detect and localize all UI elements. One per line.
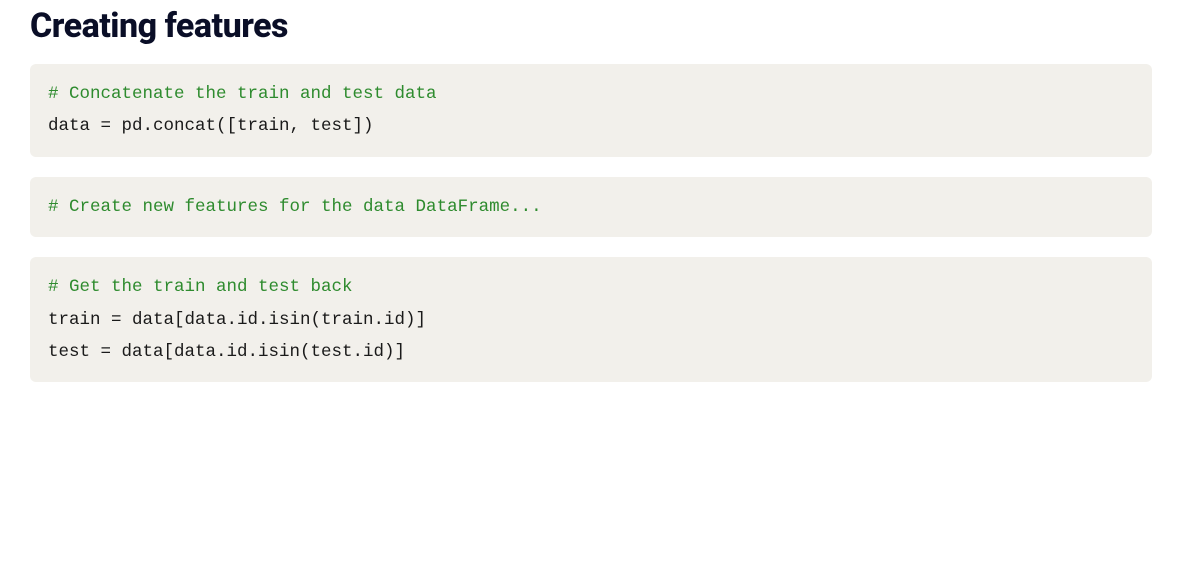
document-container: Creating features # Concatenate the trai… [0, 0, 1182, 432]
code-line: train = data[data.id.isin(train.id)] [48, 310, 426, 330]
code-comment: # Create new features for the data DataF… [48, 197, 542, 217]
code-block-3: # Get the train and test back train = da… [30, 257, 1152, 382]
code-block-2: # Create new features for the data DataF… [30, 177, 1152, 237]
code-comment: # Get the train and test back [48, 277, 353, 297]
section-heading: Creating features [30, 6, 1152, 46]
code-line: test = data[data.id.isin(test.id)] [48, 342, 405, 362]
code-line: data = pd.concat([train, test]) [48, 116, 374, 136]
code-comment: # Concatenate the train and test data [48, 84, 437, 104]
code-block-1: # Concatenate the train and test data da… [30, 64, 1152, 157]
